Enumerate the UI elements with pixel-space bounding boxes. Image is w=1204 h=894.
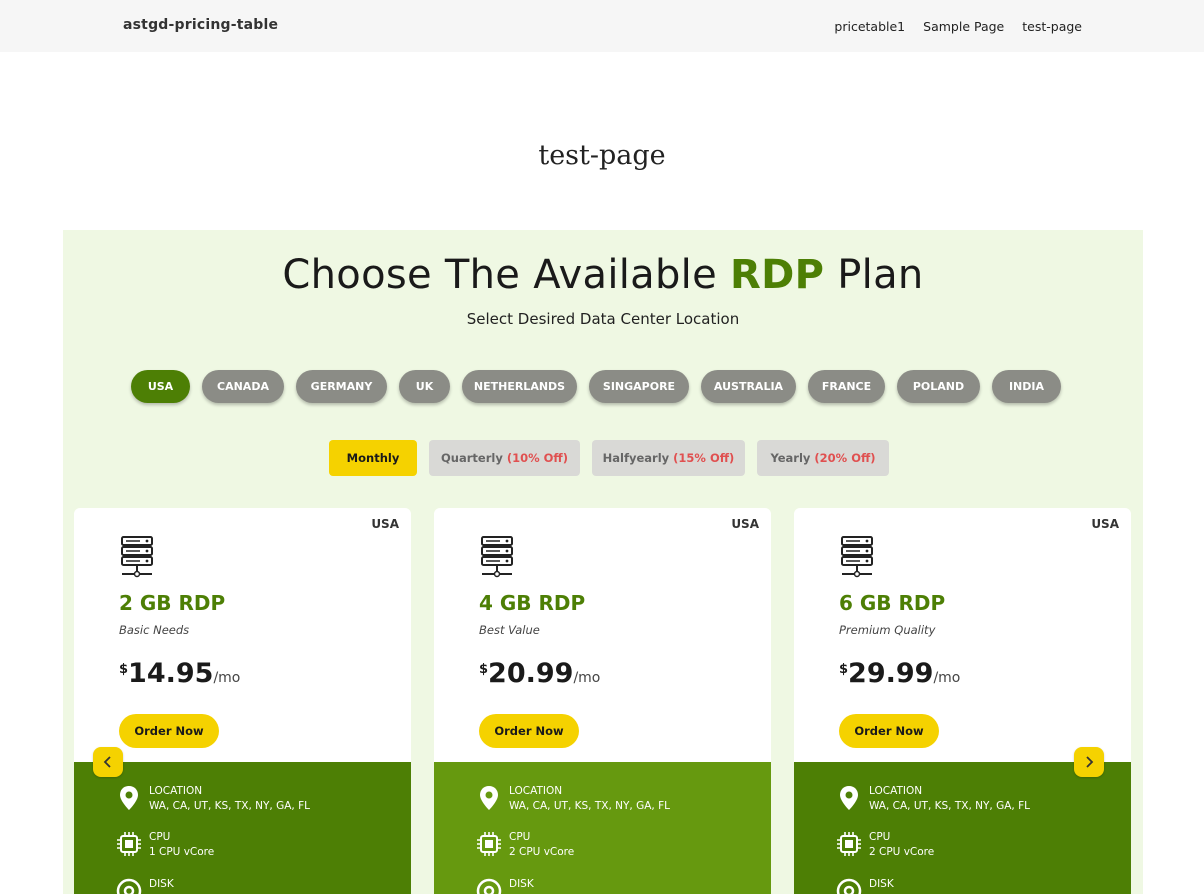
price-period: /mo (933, 670, 961, 686)
section-heading: Choose The Available RDP Plan (63, 252, 1143, 298)
price-currency: $ (119, 662, 129, 677)
billing-period-tabs: Monthly Quarterly (10% Off) Halfyearly (… (329, 440, 889, 476)
server-icon (121, 536, 153, 578)
location-pin-icon (480, 786, 498, 810)
plan-price: $14.95/mo (119, 658, 240, 689)
location-tab-france[interactable]: FRANCE (808, 370, 885, 403)
order-now-button[interactable]: Order Now (839, 714, 939, 748)
spec-name: DISK (509, 878, 534, 890)
location-tab-usa[interactable]: USA (131, 370, 190, 403)
heading-highlight: RDP (730, 252, 825, 298)
spec-value: WA, CA, UT, KS, TX, NY, GA, FL (869, 800, 1030, 812)
price-currency: $ (479, 662, 489, 677)
spec-value: WA, CA, UT, KS, TX, NY, GA, FL (149, 800, 310, 812)
location-pin-icon (120, 786, 138, 810)
period-label: Yearly (770, 451, 811, 465)
location-tab-singapore[interactable]: SINGAPORE (589, 370, 689, 403)
disk-icon (836, 878, 862, 894)
heading-text-pre: Choose The Available (282, 252, 717, 298)
location-tab-uk[interactable]: UK (399, 370, 450, 403)
spec-name: LOCATION (869, 785, 923, 797)
price-currency: $ (839, 662, 849, 677)
period-tab-monthly[interactable]: Monthly (329, 440, 417, 476)
plan-description: Basic Needs (119, 623, 190, 637)
spec-name: DISK (149, 878, 174, 890)
plan-price: $20.99/mo (479, 658, 600, 689)
plan-name: 2 GB RDP (119, 591, 226, 615)
section-subheading: Select Desired Data Center Location (466, 310, 740, 328)
spec-value: 2 CPU vCore (509, 846, 575, 858)
plan-country: USA (371, 517, 399, 531)
plan-description: Premium Quality (839, 623, 936, 637)
site-header: astgd-pricing-table pricetable1 Sample P… (0, 0, 1204, 52)
plan-card: USA 4 GB RDP Best Value $20.99/mo Order … (434, 508, 771, 894)
server-icon (841, 536, 873, 578)
order-now-button[interactable]: Order Now (119, 714, 219, 748)
period-tab-halfyearly[interactable]: Halfyearly (15% Off) (592, 440, 745, 476)
spec-name: CPU (149, 831, 171, 843)
carousel-next-button[interactable] (1074, 747, 1104, 777)
location-tab-canada[interactable]: CANADA (202, 370, 284, 403)
period-discount: (10% Off) (506, 451, 568, 465)
location-tab-australia[interactable]: AUSTRALIA (701, 370, 796, 403)
location-tab-india[interactable]: INDIA (992, 370, 1061, 403)
location-tab-netherlands[interactable]: NETHERLANDS (462, 370, 577, 403)
plan-specs: LOCATION WA, CA, UT, KS, TX, NY, GA, FL … (434, 762, 771, 894)
carousel-prev-button[interactable] (93, 747, 123, 777)
location-tabs: USA CANADA GERMANY UK NETHERLANDS SINGAP… (131, 370, 1061, 403)
location-tab-poland[interactable]: POLAND (897, 370, 980, 403)
price-period: /mo (573, 670, 601, 686)
site-title[interactable]: astgd-pricing-table (123, 17, 278, 33)
location-pin-icon (840, 786, 858, 810)
spec-name: LOCATION (509, 785, 563, 797)
nav-item-pricetable1[interactable]: pricetable1 (834, 19, 905, 34)
location-tab-germany[interactable]: GERMANY (296, 370, 387, 403)
heading-text-post: Plan (837, 252, 924, 298)
spec-value: 1 CPU vCore (149, 846, 215, 858)
plan-card: USA 2 GB RDP Basic Needs $14.95/mo Order… (74, 508, 411, 894)
page-title: test-page (538, 140, 666, 171)
chevron-right-icon (1086, 756, 1094, 768)
nav-item-test-page[interactable]: test-page (1022, 19, 1082, 34)
spec-value: WA, CA, UT, KS, TX, NY, GA, FL (509, 800, 670, 812)
plan-name: 4 GB RDP (479, 591, 586, 615)
pricing-section: Choose The Available RDP Plan Select Des… (63, 230, 1143, 894)
price-amount: 20.99 (488, 658, 574, 689)
plan-country: USA (1091, 517, 1119, 531)
plan-country: USA (731, 517, 759, 531)
cpu-icon (477, 832, 501, 856)
period-label: Halfyearly (602, 451, 670, 465)
chevron-left-icon (103, 756, 111, 768)
spec-name: CPU (869, 831, 891, 843)
plan-name: 6 GB RDP (839, 591, 946, 615)
period-discount: (15% Off) (673, 451, 735, 465)
period-label: Quarterly (441, 451, 503, 465)
order-now-button[interactable]: Order Now (479, 714, 579, 748)
period-discount: (20% Off) (814, 451, 876, 465)
main-nav: pricetable1 Sample Page test-page (834, 19, 1082, 34)
server-icon (481, 536, 513, 578)
price-amount: 14.95 (128, 658, 214, 689)
price-amount: 29.99 (848, 658, 934, 689)
period-label: Monthly (346, 451, 400, 465)
price-period: /mo (213, 670, 241, 686)
nav-item-sample-page[interactable]: Sample Page (923, 19, 1004, 34)
plan-price: $29.99/mo (839, 658, 960, 689)
period-tab-yearly[interactable]: Yearly (20% Off) (757, 440, 889, 476)
plan-specs: LOCATION WA, CA, UT, KS, TX, NY, GA, FL … (794, 762, 1131, 894)
plan-description: Best Value (479, 623, 540, 637)
period-tab-quarterly[interactable]: Quarterly (10% Off) (429, 440, 580, 476)
cpu-icon (837, 832, 861, 856)
spec-name: CPU (509, 831, 531, 843)
spec-name: LOCATION (149, 785, 203, 797)
disk-icon (476, 878, 502, 894)
plan-card: USA 6 GB RDP Premium Quality $29.99/mo O… (794, 508, 1131, 894)
spec-value: 2 CPU vCore (869, 846, 935, 858)
disk-icon (116, 878, 142, 894)
plan-specs: LOCATION WA, CA, UT, KS, TX, NY, GA, FL … (74, 762, 411, 894)
cpu-icon (117, 832, 141, 856)
spec-name: DISK (869, 878, 894, 890)
